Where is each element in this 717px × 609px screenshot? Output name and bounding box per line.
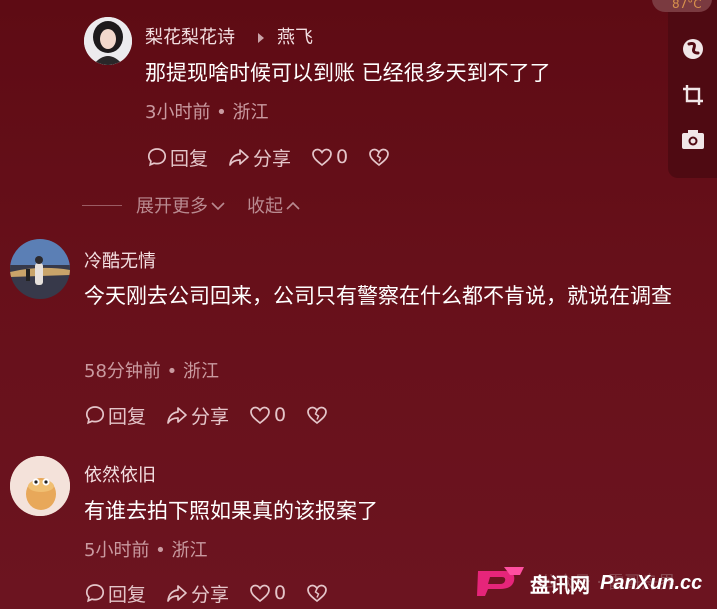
expand-more-label: 展开更多: [136, 196, 208, 217]
reply-label: 回复: [108, 583, 147, 606]
share-label: 分享: [191, 583, 230, 606]
floating-toolbar: [668, 0, 717, 178]
chevron-up-icon: [286, 195, 300, 216]
like-button[interactable]: 0: [311, 146, 348, 168]
like-button[interactable]: 0: [249, 582, 286, 604]
screenshot-button[interactable]: [680, 129, 706, 155]
heart-icon: [311, 147, 333, 167]
site-name-cn: 盘讯网: [530, 572, 590, 597]
assistant-button[interactable]: [680, 38, 706, 64]
comment-author[interactable]: 冷酷无情: [84, 247, 156, 273]
reply-text: 那提现啥时候可以到账 已经很多天到不了了: [145, 61, 551, 85]
comment-actions: 回复 分享 0: [85, 580, 348, 606]
chevron-down-icon: [211, 195, 225, 216]
collapse-button[interactable]: 收起: [247, 192, 300, 218]
share-icon: [166, 583, 188, 603]
reply-button[interactable]: 回复: [147, 144, 208, 171]
divider: [82, 204, 122, 206]
share-icon: [166, 405, 188, 425]
avatar[interactable]: [10, 239, 70, 299]
like-count: 0: [274, 582, 287, 604]
reply-to-user[interactable]: 燕飞: [277, 23, 313, 49]
share-button[interactable]: 分享: [228, 144, 291, 171]
reply-meta: 3小时前 • 浙江: [145, 102, 269, 123]
reply-button[interactable]: 回复: [85, 580, 146, 607]
site-watermark: 盘讯网 PanXun.cc: [474, 563, 702, 603]
camera-icon: [681, 128, 705, 156]
comment-icon: [85, 405, 105, 425]
share-label: 分享: [191, 405, 230, 428]
reply-arrow-icon: [257, 29, 265, 48]
reply-actions: 回复 分享 0: [147, 144, 410, 170]
reply-label: 回复: [170, 147, 209, 170]
dislike-button[interactable]: [368, 147, 390, 167]
comment-icon: [147, 147, 167, 167]
dislike-button[interactable]: [306, 583, 328, 603]
broken-heart-icon: [306, 583, 328, 603]
fold-controls: 展开更多 收起: [82, 192, 322, 218]
reply-label: 回复: [108, 405, 147, 428]
share-button[interactable]: 分享: [166, 402, 229, 429]
site-name-en: PanXun.cc: [600, 571, 703, 594]
heart-icon: [249, 405, 271, 425]
collapse-label: 收起: [247, 196, 283, 217]
comment-meta: 58分钟前 • 浙江: [84, 361, 219, 382]
broken-heart-icon: [306, 405, 328, 425]
comment-text: 有谁去拍下照如果真的该报案了: [84, 499, 378, 523]
swirl-icon: [681, 37, 705, 65]
comment-author[interactable]: 依然依旧: [84, 461, 156, 487]
reply-author[interactable]: 梨花梨花诗: [145, 23, 235, 49]
reply-button[interactable]: 回复: [85, 402, 146, 429]
panxun-logo-icon: [474, 563, 526, 603]
avatar[interactable]: [10, 456, 70, 516]
heart-icon: [249, 583, 271, 603]
broken-heart-icon: [368, 147, 390, 167]
comment-meta: 5小时前 • 浙江: [84, 540, 208, 561]
dislike-button[interactable]: [306, 405, 328, 425]
crop-button[interactable]: [680, 84, 706, 110]
like-button[interactable]: 0: [249, 404, 286, 426]
temperature-indicator: 87°C: [672, 0, 702, 11]
comment-text: 今天刚去公司回来，公司只有警察在什么都不肯说，就说在调查: [84, 284, 672, 308]
crop-icon: [681, 83, 705, 111]
avatar[interactable]: [84, 17, 132, 65]
like-count: 0: [274, 404, 287, 426]
share-label: 分享: [253, 147, 292, 170]
comment-actions: 回复 分享 0: [85, 402, 348, 428]
share-button[interactable]: 分享: [166, 580, 229, 607]
like-count: 0: [336, 146, 349, 168]
comment-icon: [85, 583, 105, 603]
expand-more-button[interactable]: 展开更多: [136, 192, 225, 218]
share-icon: [228, 147, 250, 167]
